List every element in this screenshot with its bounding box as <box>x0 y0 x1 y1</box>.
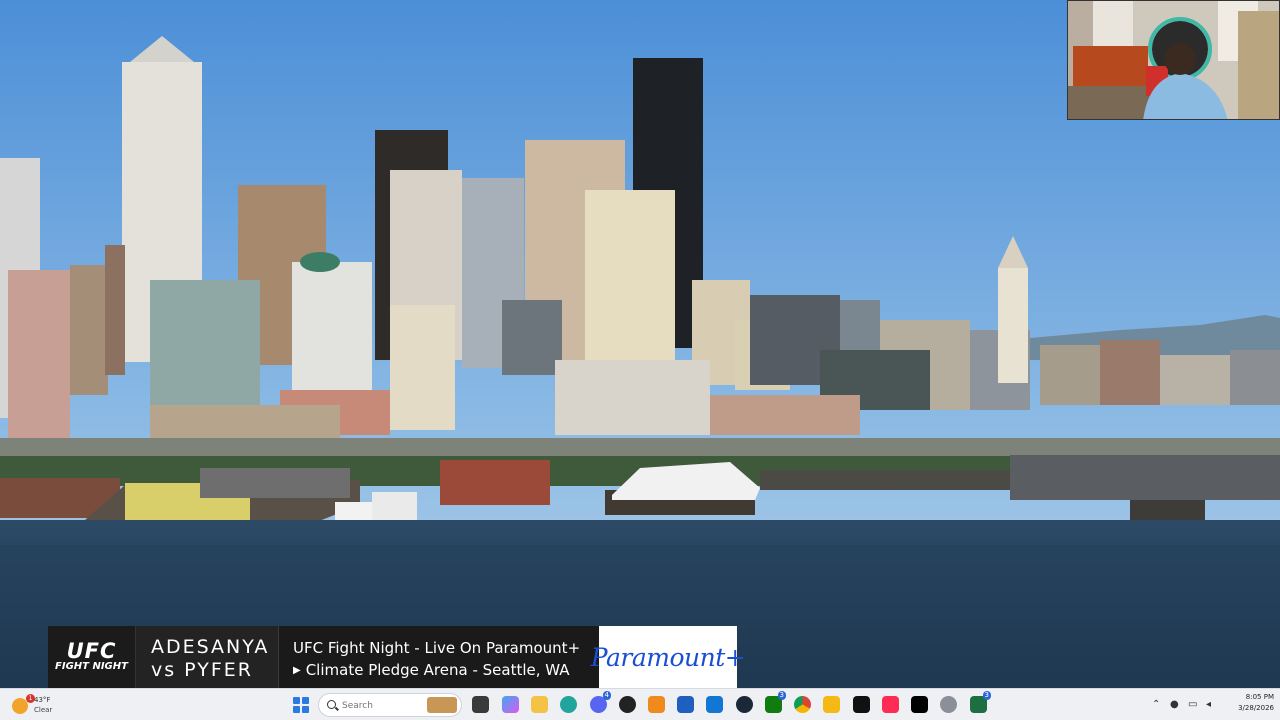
xbox-badge: 3 <box>777 691 786 700</box>
copilot-icon[interactable] <box>502 696 519 713</box>
taskbar-search[interactable] <box>318 693 462 717</box>
file-explorer-icon[interactable] <box>531 696 548 713</box>
clock-date: 3/28/2026 <box>1238 704 1274 712</box>
paramount-plus-logo: Paramount+ <box>591 626 746 688</box>
webcam-overlay <box>1067 0 1280 120</box>
search-input[interactable] <box>342 698 422 713</box>
logo-fight-night-text: FIGHT NIGHT <box>55 661 128 672</box>
search-icon <box>327 700 336 709</box>
start-tile-icon <box>293 697 300 704</box>
weather-temperature: 43°F <box>34 696 51 704</box>
task-view-icon[interactable] <box>472 696 489 713</box>
fighter-a-name: ADESANYA <box>151 636 270 658</box>
event-info: UFC Fight Night - Live On Paramount+ ▶ Cl… <box>279 626 599 688</box>
event-venue: Climate Pledge Arena - Seattle, WA <box>305 661 570 679</box>
fight-lower-third: UFC FIGHT NIGHT ADESANYA vs PYFER UFC Fi… <box>48 626 746 688</box>
start-tile-icon <box>302 697 309 704</box>
ufc-fight-night-logo: UFC FIGHT NIGHT <box>48 626 136 688</box>
sponsor-name: Paramount+ <box>590 642 746 672</box>
fighter-b-name: vs PYFER <box>151 659 253 681</box>
obs-icon[interactable] <box>619 696 636 713</box>
start-button[interactable] <box>293 697 309 713</box>
excel-badge: 3 <box>982 691 991 700</box>
windows-taskbar: 1 43°F Clear 4 3 3 ⌃ ● ▭ ◂ 8:05 PM 3/28/… <box>0 688 1280 720</box>
steam-icon[interactable] <box>736 696 753 713</box>
fight-matchup: ADESANYA vs PYFER <box>136 626 279 688</box>
settings-icon[interactable] <box>940 696 957 713</box>
edge-icon[interactable] <box>560 696 577 713</box>
weather-widget[interactable]: 1 43°F Clear <box>10 692 100 718</box>
weather-condition: Clear <box>34 706 53 714</box>
microphone-icon[interactable]: ● <box>1170 699 1179 710</box>
rockstar-icon[interactable] <box>823 696 840 713</box>
clock-time: 8:05 PM <box>1245 693 1274 701</box>
store-icon[interactable] <box>677 696 694 713</box>
xbox-icon[interactable]: 3 <box>765 691 786 713</box>
start-tile-icon <box>293 706 300 713</box>
tiktok-icon[interactable] <box>911 696 928 713</box>
discord-badge: 4 <box>602 691 611 700</box>
outlook-icon[interactable] <box>706 696 723 713</box>
volume-icon[interactable]: ◂ <box>1206 699 1211 710</box>
chrome-icon[interactable] <box>794 696 811 713</box>
logo-ufc-text: UFC <box>66 639 117 663</box>
fullbright-icon[interactable] <box>853 696 870 713</box>
play-triangle-icon: ▶ <box>293 665 301 676</box>
start-tile-icon <box>302 706 309 713</box>
tiktok-live-icon[interactable] <box>882 696 899 713</box>
vlc-icon[interactable] <box>648 696 665 713</box>
excel-icon[interactable]: 3 <box>970 691 991 713</box>
event-title: UFC Fight Night - Live On Paramount+ <box>293 639 581 657</box>
taskbar-clock[interactable]: 8:05 PM 3/28/2026 <box>1222 692 1274 714</box>
streamer-webcam-feed <box>1068 1 1279 119</box>
chevron-up-icon[interactable]: ⌃ <box>1152 699 1160 710</box>
network-icon[interactable]: ▭ <box>1188 699 1197 710</box>
discord-icon[interactable]: 4 <box>590 691 611 713</box>
system-tray[interactable]: ⌃ ● ▭ ◂ <box>1148 693 1222 717</box>
event-venue-line: ▶ Climate Pledge Arena - Seattle, WA <box>293 659 599 682</box>
search-highlight-icon <box>427 697 457 713</box>
